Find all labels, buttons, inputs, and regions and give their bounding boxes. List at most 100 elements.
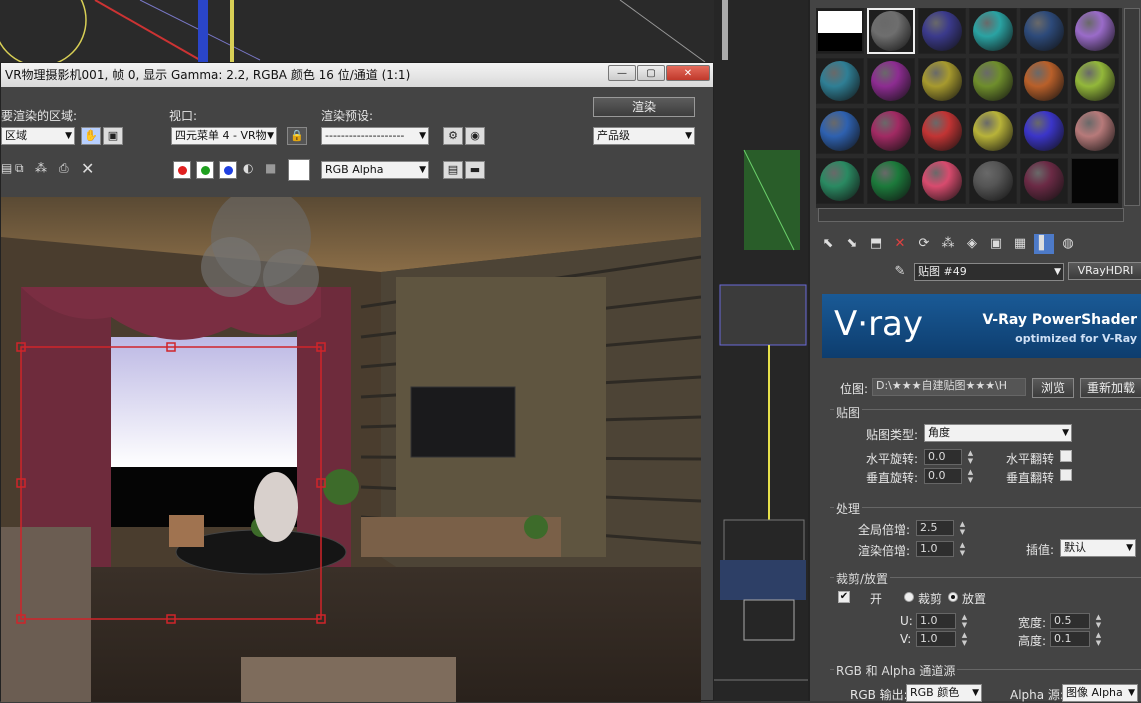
map-type-button[interactable]: VRayHDRI xyxy=(1068,262,1141,280)
get-material-icon[interactable]: ⬉ xyxy=(818,234,838,254)
u-field[interactable]: 1.0 xyxy=(916,613,956,629)
reload-button[interactable]: 重新加载 xyxy=(1080,378,1141,398)
chevron-down-icon: ▼ xyxy=(65,131,72,141)
reset-map-icon[interactable]: ✕ xyxy=(890,234,910,254)
height-field[interactable]: 0.1 xyxy=(1050,631,1090,647)
rgb-output-dropdown[interactable]: RGB 颜色 ▼ xyxy=(906,684,982,702)
slots-horizontal-scrollbar[interactable] xyxy=(818,208,1124,222)
copy-image-icon[interactable]: ⧉ xyxy=(15,161,35,179)
width-field[interactable]: 0.5 xyxy=(1050,613,1090,629)
alpha-source-dropdown[interactable]: 图像 Alpha ▼ xyxy=(1062,684,1138,702)
render-mult-spinner[interactable]: ▲ ▼ xyxy=(958,541,967,557)
h-rotation-field[interactable]: 0.0 xyxy=(924,449,962,465)
material-slot[interactable] xyxy=(1020,108,1068,154)
clone-frame-icon[interactable]: ⁂ xyxy=(35,161,55,179)
material-slot[interactable] xyxy=(1071,158,1119,204)
material-editor: ⬉ ⬊ ⬒ ✕ ⟳ ⁂ ◈ ▣ ▦ ▌ ◍ ✎ 贴图 #49 ▼ VRayHDRI… xyxy=(808,0,1141,702)
go-to-parent-icon[interactable]: ▌ xyxy=(1034,234,1054,254)
lock-region-icon[interactable]: ✋ xyxy=(81,127,101,145)
area-dropdown[interactable]: 区域 ▼ xyxy=(1,127,75,145)
material-slot[interactable] xyxy=(918,8,966,54)
material-slot[interactable] xyxy=(867,58,915,104)
go-forward-icon[interactable]: ◍ xyxy=(1058,234,1078,254)
v-flip-checkbox[interactable] xyxy=(1060,469,1072,481)
material-slot[interactable] xyxy=(1071,8,1119,54)
v-rotation-spinner[interactable]: ▲ ▼ xyxy=(966,468,975,484)
bitmap-path-field[interactable]: D:\★★★自建贴图★★★\H xyxy=(872,378,1026,396)
lock-icon[interactable]: 🔒 xyxy=(287,127,307,145)
overall-mult-spinner[interactable]: ▲ ▼ xyxy=(958,520,967,536)
eyedropper-icon[interactable]: ✎ xyxy=(890,262,910,282)
material-slot[interactable] xyxy=(1020,58,1068,104)
environment-icon[interactable]: ◉ xyxy=(465,127,485,145)
show-map-icon[interactable]: ▣ xyxy=(986,234,1006,254)
preset-dropdown[interactable]: -------------------- ▼ xyxy=(321,127,429,145)
quality-dropdown[interactable]: 产品级 ▼ xyxy=(593,127,695,145)
material-slot[interactable] xyxy=(867,8,915,54)
put-to-library-icon[interactable]: ⁂ xyxy=(938,234,958,254)
material-slot[interactable] xyxy=(1071,58,1119,104)
u-spinner[interactable]: ▲ ▼ xyxy=(960,613,969,629)
overall-mult-field[interactable]: 2.5 xyxy=(916,520,954,536)
map-name-field[interactable]: 贴图 #49 ▼ xyxy=(914,263,1064,281)
show-end-result-icon[interactable]: ▦ xyxy=(1010,234,1030,254)
browse-button[interactable]: 浏览 xyxy=(1032,378,1074,398)
material-slot[interactable] xyxy=(1071,108,1119,154)
width-spinner[interactable]: ▲ ▼ xyxy=(1094,613,1103,629)
material-slot[interactable] xyxy=(1020,158,1068,204)
v-field[interactable]: 1.0 xyxy=(916,631,956,647)
crop-on-checkbox[interactable]: ✔ xyxy=(838,591,850,603)
region-frame-icon[interactable]: ▣ xyxy=(103,127,123,145)
print-icon[interactable]: ⎙ xyxy=(59,161,79,179)
close-button[interactable]: ✕ xyxy=(666,65,710,81)
alpha-toggle-icon[interactable]: ◐ xyxy=(243,161,253,175)
display-toggle-icon[interactable]: ▤ xyxy=(443,161,463,179)
v-spinner[interactable]: ▲ ▼ xyxy=(960,631,969,647)
render-button[interactable]: 渲染 xyxy=(593,97,695,117)
make-unique-icon[interactable]: ⟳ xyxy=(914,234,934,254)
frame-buffer-icon[interactable]: ▬ xyxy=(465,161,485,179)
render-mult-field[interactable]: 1.0 xyxy=(916,541,954,557)
height-label: 高度: xyxy=(1018,634,1047,648)
viewport-dropdown[interactable]: 四元菜单 4 - VR物 ▼ xyxy=(171,127,277,145)
crop-radio[interactable] xyxy=(904,592,914,602)
red-channel-toggle[interactable] xyxy=(173,161,191,179)
h-flip-checkbox[interactable] xyxy=(1060,450,1072,462)
material-slot[interactable] xyxy=(918,108,966,154)
color-swatch[interactable] xyxy=(288,159,310,181)
material-slot[interactable] xyxy=(918,58,966,104)
mono-toggle-icon[interactable]: ■ xyxy=(265,161,276,175)
map-type-dropdown[interactable]: 角度 ▼ xyxy=(924,424,1072,442)
minimize-button[interactable]: — xyxy=(608,65,636,81)
v-rotation-field[interactable]: 0.0 xyxy=(924,468,962,484)
material-slot[interactable] xyxy=(816,108,864,154)
material-sphere-icon xyxy=(922,111,962,151)
interpolation-dropdown[interactable]: 默认 ▼ xyxy=(1060,539,1136,557)
clear-icon[interactable]: ✕ xyxy=(81,159,101,178)
material-slot[interactable] xyxy=(816,158,864,204)
material-effects-icon[interactable]: ◈ xyxy=(962,234,982,254)
slots-vertical-scrollbar[interactable] xyxy=(1124,8,1140,206)
assign-material-icon[interactable]: ⬒ xyxy=(866,234,886,254)
place-radio[interactable] xyxy=(948,592,958,602)
channel-dropdown[interactable]: RGB Alpha ▼ xyxy=(321,161,429,179)
green-channel-toggle[interactable] xyxy=(196,161,214,179)
material-slot[interactable] xyxy=(969,8,1017,54)
h-rotation-spinner[interactable]: ▲ ▼ xyxy=(966,449,975,465)
blue-channel-toggle[interactable] xyxy=(219,161,237,179)
alpha-source-label: Alpha 源: xyxy=(1010,688,1064,702)
material-slot[interactable] xyxy=(816,8,864,54)
material-slot[interactable] xyxy=(816,58,864,104)
material-slot[interactable] xyxy=(1020,8,1068,54)
material-slot[interactable] xyxy=(969,108,1017,154)
material-slot[interactable] xyxy=(969,158,1017,204)
height-spinner[interactable]: ▲ ▼ xyxy=(1094,631,1103,647)
material-slot[interactable] xyxy=(867,158,915,204)
render-setup-icon[interactable]: ⚙ xyxy=(443,127,463,145)
put-to-scene-icon[interactable]: ⬊ xyxy=(842,234,862,254)
material-slot[interactable] xyxy=(969,58,1017,104)
material-slot[interactable] xyxy=(867,108,915,154)
material-slot[interactable] xyxy=(918,158,966,204)
maximize-button[interactable]: ▢ xyxy=(637,65,665,81)
material-sphere-icon xyxy=(973,61,1013,101)
